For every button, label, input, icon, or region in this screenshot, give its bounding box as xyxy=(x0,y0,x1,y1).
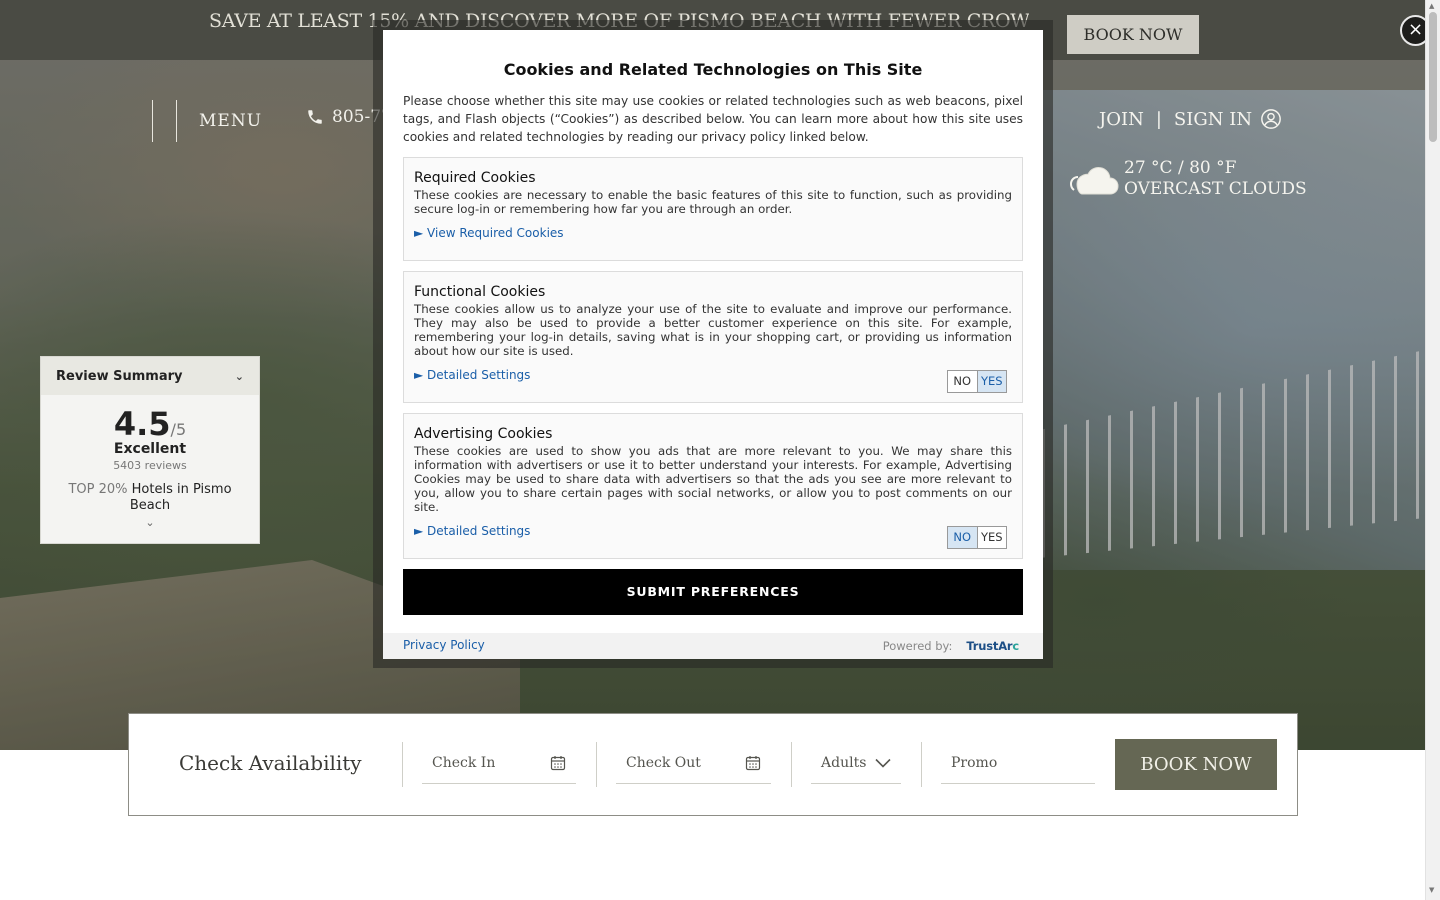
weather-temperature: 27 °C / 80 °F xyxy=(1124,158,1237,178)
required-cookies-section: Required Cookies These cookies are neces… xyxy=(403,157,1023,261)
account-links: JOIN | SIGN IN xyxy=(1099,108,1282,130)
check-out-field[interactable]: Check Out xyxy=(616,742,771,784)
section-title: Functional Cookies xyxy=(414,284,546,300)
cookie-modal-footer: Privacy Policy Powered by: TrustArc xyxy=(383,633,1043,659)
trustarc-logo-end: c xyxy=(1012,639,1019,653)
chevron-down-icon xyxy=(875,758,891,768)
promo-input[interactable]: Promo xyxy=(941,742,1095,784)
section-description: These cookies allow us to analyze your u… xyxy=(414,302,1012,358)
check-in-field[interactable]: Check In xyxy=(422,742,576,784)
review-summary-header[interactable]: Review Summary ⌄ xyxy=(41,357,259,395)
cookie-modal-title: Cookies and Related Technologies on This… xyxy=(503,60,923,79)
sign-in-link[interactable]: SIGN IN xyxy=(1174,109,1252,130)
functional-cookies-toggle: NO YES xyxy=(947,370,1007,393)
account-separator: | xyxy=(1155,108,1162,130)
phone-icon xyxy=(308,110,322,124)
powered-by-label: Powered by: xyxy=(882,639,953,653)
functional-detailed-settings-link[interactable]: ► Detailed Settings xyxy=(414,368,530,382)
weather-widget: 27 °C / 80 °F OVERCAST CLOUDS xyxy=(1070,158,1307,200)
trustarc-logo-main: TrustAr xyxy=(966,639,1013,653)
join-link[interactable]: JOIN xyxy=(1099,109,1144,130)
powered-by: Powered by: TrustArc xyxy=(883,639,1019,653)
calendar-icon[interactable] xyxy=(550,755,566,771)
promo-book-now-button[interactable]: BOOK NOW xyxy=(1067,15,1199,54)
advertising-detailed-settings-link[interactable]: ► Detailed Settings xyxy=(414,524,530,538)
check-availability-title: Check Availability xyxy=(179,751,362,775)
check-availability-bar: Check Availability Check In Check Out Ad… xyxy=(128,713,1298,816)
review-count: 5403 reviews xyxy=(113,459,187,472)
functional-no-button[interactable]: NO xyxy=(948,371,977,392)
book-now-button[interactable]: BOOK NOW xyxy=(1115,739,1277,790)
review-score-value: 4.5 xyxy=(113,405,171,443)
review-rank-prefix: TOP 20% xyxy=(68,482,128,497)
review-summary-widget: Review Summary ⌄ 4.5/5 Excellent 5403 re… xyxy=(40,356,260,544)
menu-icon xyxy=(152,100,177,142)
section-title: Required Cookies xyxy=(414,170,536,186)
cloud-icon xyxy=(1070,166,1119,195)
section-description: These cookies are necessary to enable th… xyxy=(414,188,1012,216)
cookie-modal-intro: Please choose whether this site may use … xyxy=(403,94,1023,144)
collapse-chevron-icon[interactable]: ⌄ xyxy=(235,370,244,383)
review-score: 4.5/5 xyxy=(41,405,259,443)
cookie-consent-modal: Cookies and Related Technologies on This… xyxy=(383,30,1043,659)
divider xyxy=(921,742,922,787)
review-rating-word: Excellent xyxy=(113,441,187,457)
divider xyxy=(791,742,792,787)
adults-label: Adults xyxy=(821,754,867,771)
adults-select[interactable]: Adults xyxy=(811,742,901,784)
advertising-cookies-toggle: NO YES xyxy=(947,526,1007,549)
promo-label: Promo xyxy=(951,754,998,771)
review-score-max: /5 xyxy=(170,420,187,439)
section-description: These cookies are used to show you ads t… xyxy=(414,444,1012,514)
page-scrollbar[interactable]: ▲ ▼ xyxy=(1425,0,1440,900)
scroll-up-arrow-icon[interactable]: ▲ xyxy=(1429,2,1434,10)
divider xyxy=(596,742,597,787)
advertising-yes-button[interactable]: YES xyxy=(976,527,1006,548)
review-rank: TOP 20% Hotels in Pismo Beach xyxy=(41,482,259,514)
section-title: Advertising Cookies xyxy=(414,426,553,442)
review-rank-text: Hotels in Pismo Beach xyxy=(129,482,232,513)
weather-condition: OVERCAST CLOUDS xyxy=(1124,179,1307,199)
divider xyxy=(402,742,403,787)
scroll-down-arrow-icon[interactable]: ▼ xyxy=(1429,886,1434,894)
functional-cookies-section: Functional Cookies These cookies allow u… xyxy=(403,271,1023,403)
expand-chevron-icon[interactable]: ⌄ xyxy=(41,516,259,529)
functional-yes-button[interactable]: YES xyxy=(976,371,1006,392)
trustarc-logo[interactable]: TrustArc xyxy=(966,639,1019,653)
view-required-cookies-link[interactable]: ► View Required Cookies xyxy=(414,226,564,240)
privacy-policy-link[interactable]: Privacy Policy xyxy=(403,638,485,652)
user-icon[interactable] xyxy=(1260,108,1282,130)
advertising-cookies-section: Advertising Cookies These cookies are us… xyxy=(403,413,1023,559)
submit-preferences-button[interactable]: SUBMIT PREFERENCES xyxy=(403,569,1023,615)
menu-button[interactable]: MENU xyxy=(152,100,272,142)
advertising-no-button[interactable]: NO xyxy=(948,527,977,548)
review-summary-title: Review Summary xyxy=(56,368,183,384)
check-in-label: Check In xyxy=(432,754,496,771)
calendar-icon[interactable] xyxy=(745,755,761,771)
check-out-label: Check Out xyxy=(626,754,701,771)
menu-label: MENU xyxy=(199,111,263,131)
scroll-thumb[interactable] xyxy=(1429,12,1437,142)
